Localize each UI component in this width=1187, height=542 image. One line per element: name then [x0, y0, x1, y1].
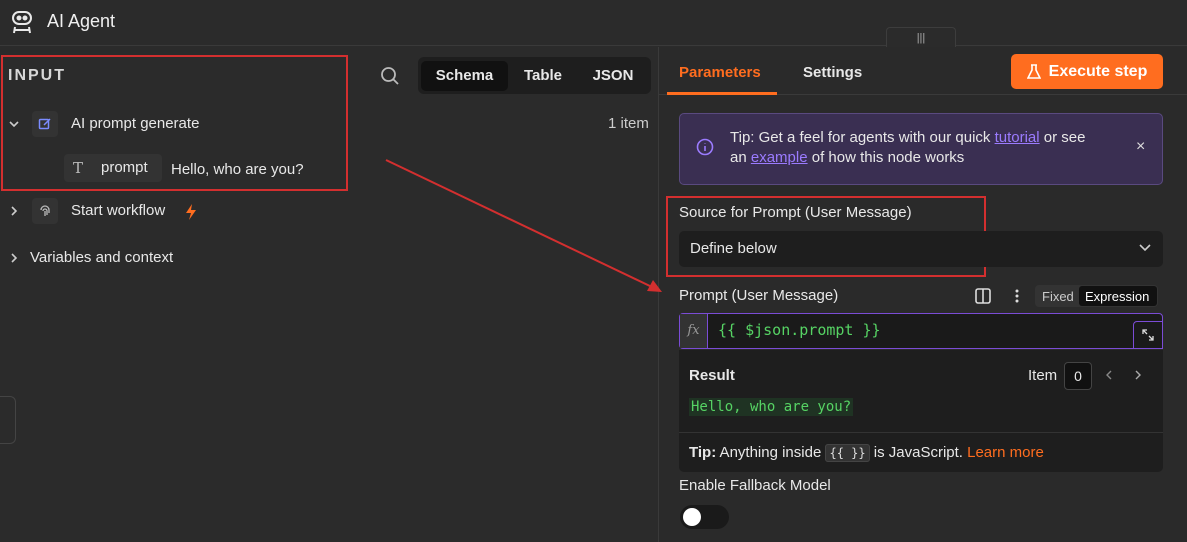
tab-parameters[interactable]: Parameters	[679, 64, 761, 81]
panel-drag-handle[interactable]: |||	[886, 27, 956, 47]
source-select-value: Define below	[690, 240, 777, 257]
tab-schema[interactable]: Schema	[421, 61, 508, 91]
source-label: Source for Prompt (User Message)	[679, 204, 912, 221]
chevron-down-icon[interactable]	[1138, 243, 1152, 253]
tip-text-part: an	[730, 149, 751, 166]
next-item-icon[interactable]	[1133, 369, 1143, 381]
node-start-workflow[interactable]: Start workflow	[71, 202, 165, 219]
input-panel-label: INPUT	[8, 67, 66, 84]
tip-text-part: Tip: Get a feel for agents with our quic…	[730, 129, 995, 146]
toggle-knob	[683, 508, 701, 526]
fallback-label: Enable Fallback Model	[679, 477, 831, 494]
edit-icon	[32, 111, 58, 137]
item-label: Item	[1028, 367, 1058, 384]
item-count: 1 item	[608, 115, 649, 132]
tip2-text: Anything inside	[716, 444, 826, 461]
app-title: AI Agent	[47, 11, 116, 31]
fingerprint-icon	[32, 198, 58, 224]
more-options-icon[interactable]	[1013, 288, 1021, 304]
result-label: Result	[689, 367, 735, 384]
mode-expression-option[interactable]: Expression	[1085, 289, 1149, 304]
split-view-icon[interactable]	[974, 287, 992, 305]
active-tab-indicator	[667, 92, 777, 95]
field-key-prompt: prompt	[101, 159, 148, 176]
expand-editor-button[interactable]	[1133, 321, 1163, 349]
fx-icon: fx	[680, 314, 708, 348]
field-value-prompt: Hello, who are you?	[171, 161, 304, 178]
learn-more-link[interactable]: Learn more	[967, 444, 1044, 461]
chevron-down-icon[interactable]	[8, 118, 20, 130]
node-ai-prompt-generate[interactable]: AI prompt generate	[71, 115, 199, 132]
robot-icon	[9, 9, 35, 35]
tab-settings[interactable]: Settings	[803, 64, 862, 81]
prev-item-icon[interactable]	[1104, 369, 1114, 381]
javascript-tip: Tip: Anything inside {{ }} is JavaScript…	[689, 444, 1044, 462]
tab-json[interactable]: JSON	[578, 61, 648, 91]
expand-icon	[1142, 329, 1162, 341]
flask-icon	[1026, 63, 1041, 80]
code-chip: {{ }}	[825, 444, 870, 462]
top-bar	[0, 0, 1187, 46]
result-value: Hello, who are you?	[689, 398, 854, 416]
expression-text[interactable]: {{ $json.prompt }}	[718, 321, 881, 339]
info-icon	[696, 138, 714, 156]
item-index-input[interactable]: 0	[1064, 362, 1092, 390]
search-icon[interactable]	[380, 66, 400, 86]
tip-text: Tip: Get a feel for agents with our quic…	[730, 128, 1130, 168]
close-tip-button[interactable]: ×	[1136, 138, 1145, 156]
execute-step-label: Execute step	[1048, 62, 1148, 80]
text-type-icon: T	[73, 159, 84, 177]
execute-step-button[interactable]: Execute step	[1011, 54, 1163, 89]
prompt-label: Prompt (User Message)	[679, 287, 839, 304]
collapse-handle[interactable]	[0, 396, 16, 444]
tip-bold: Tip:	[689, 444, 717, 461]
tip-text-part: of how this node works	[807, 149, 965, 166]
lightning-icon	[185, 204, 197, 220]
chevron-right-icon[interactable]	[8, 205, 20, 217]
mode-fixed-option[interactable]: Fixed	[1042, 289, 1074, 304]
tip2-text: is JavaScript.	[869, 444, 968, 461]
tip-text-part: or see	[1039, 129, 1086, 146]
tutorial-link[interactable]: tutorial	[995, 129, 1040, 146]
result-value-text: Hello, who are you?	[689, 398, 854, 416]
tab-table[interactable]: Table	[510, 61, 576, 91]
example-link[interactable]: example	[751, 149, 808, 166]
node-variables-context[interactable]: Variables and context	[30, 249, 173, 266]
result-divider	[679, 432, 1163, 433]
chevron-right-icon[interactable]	[8, 252, 20, 264]
